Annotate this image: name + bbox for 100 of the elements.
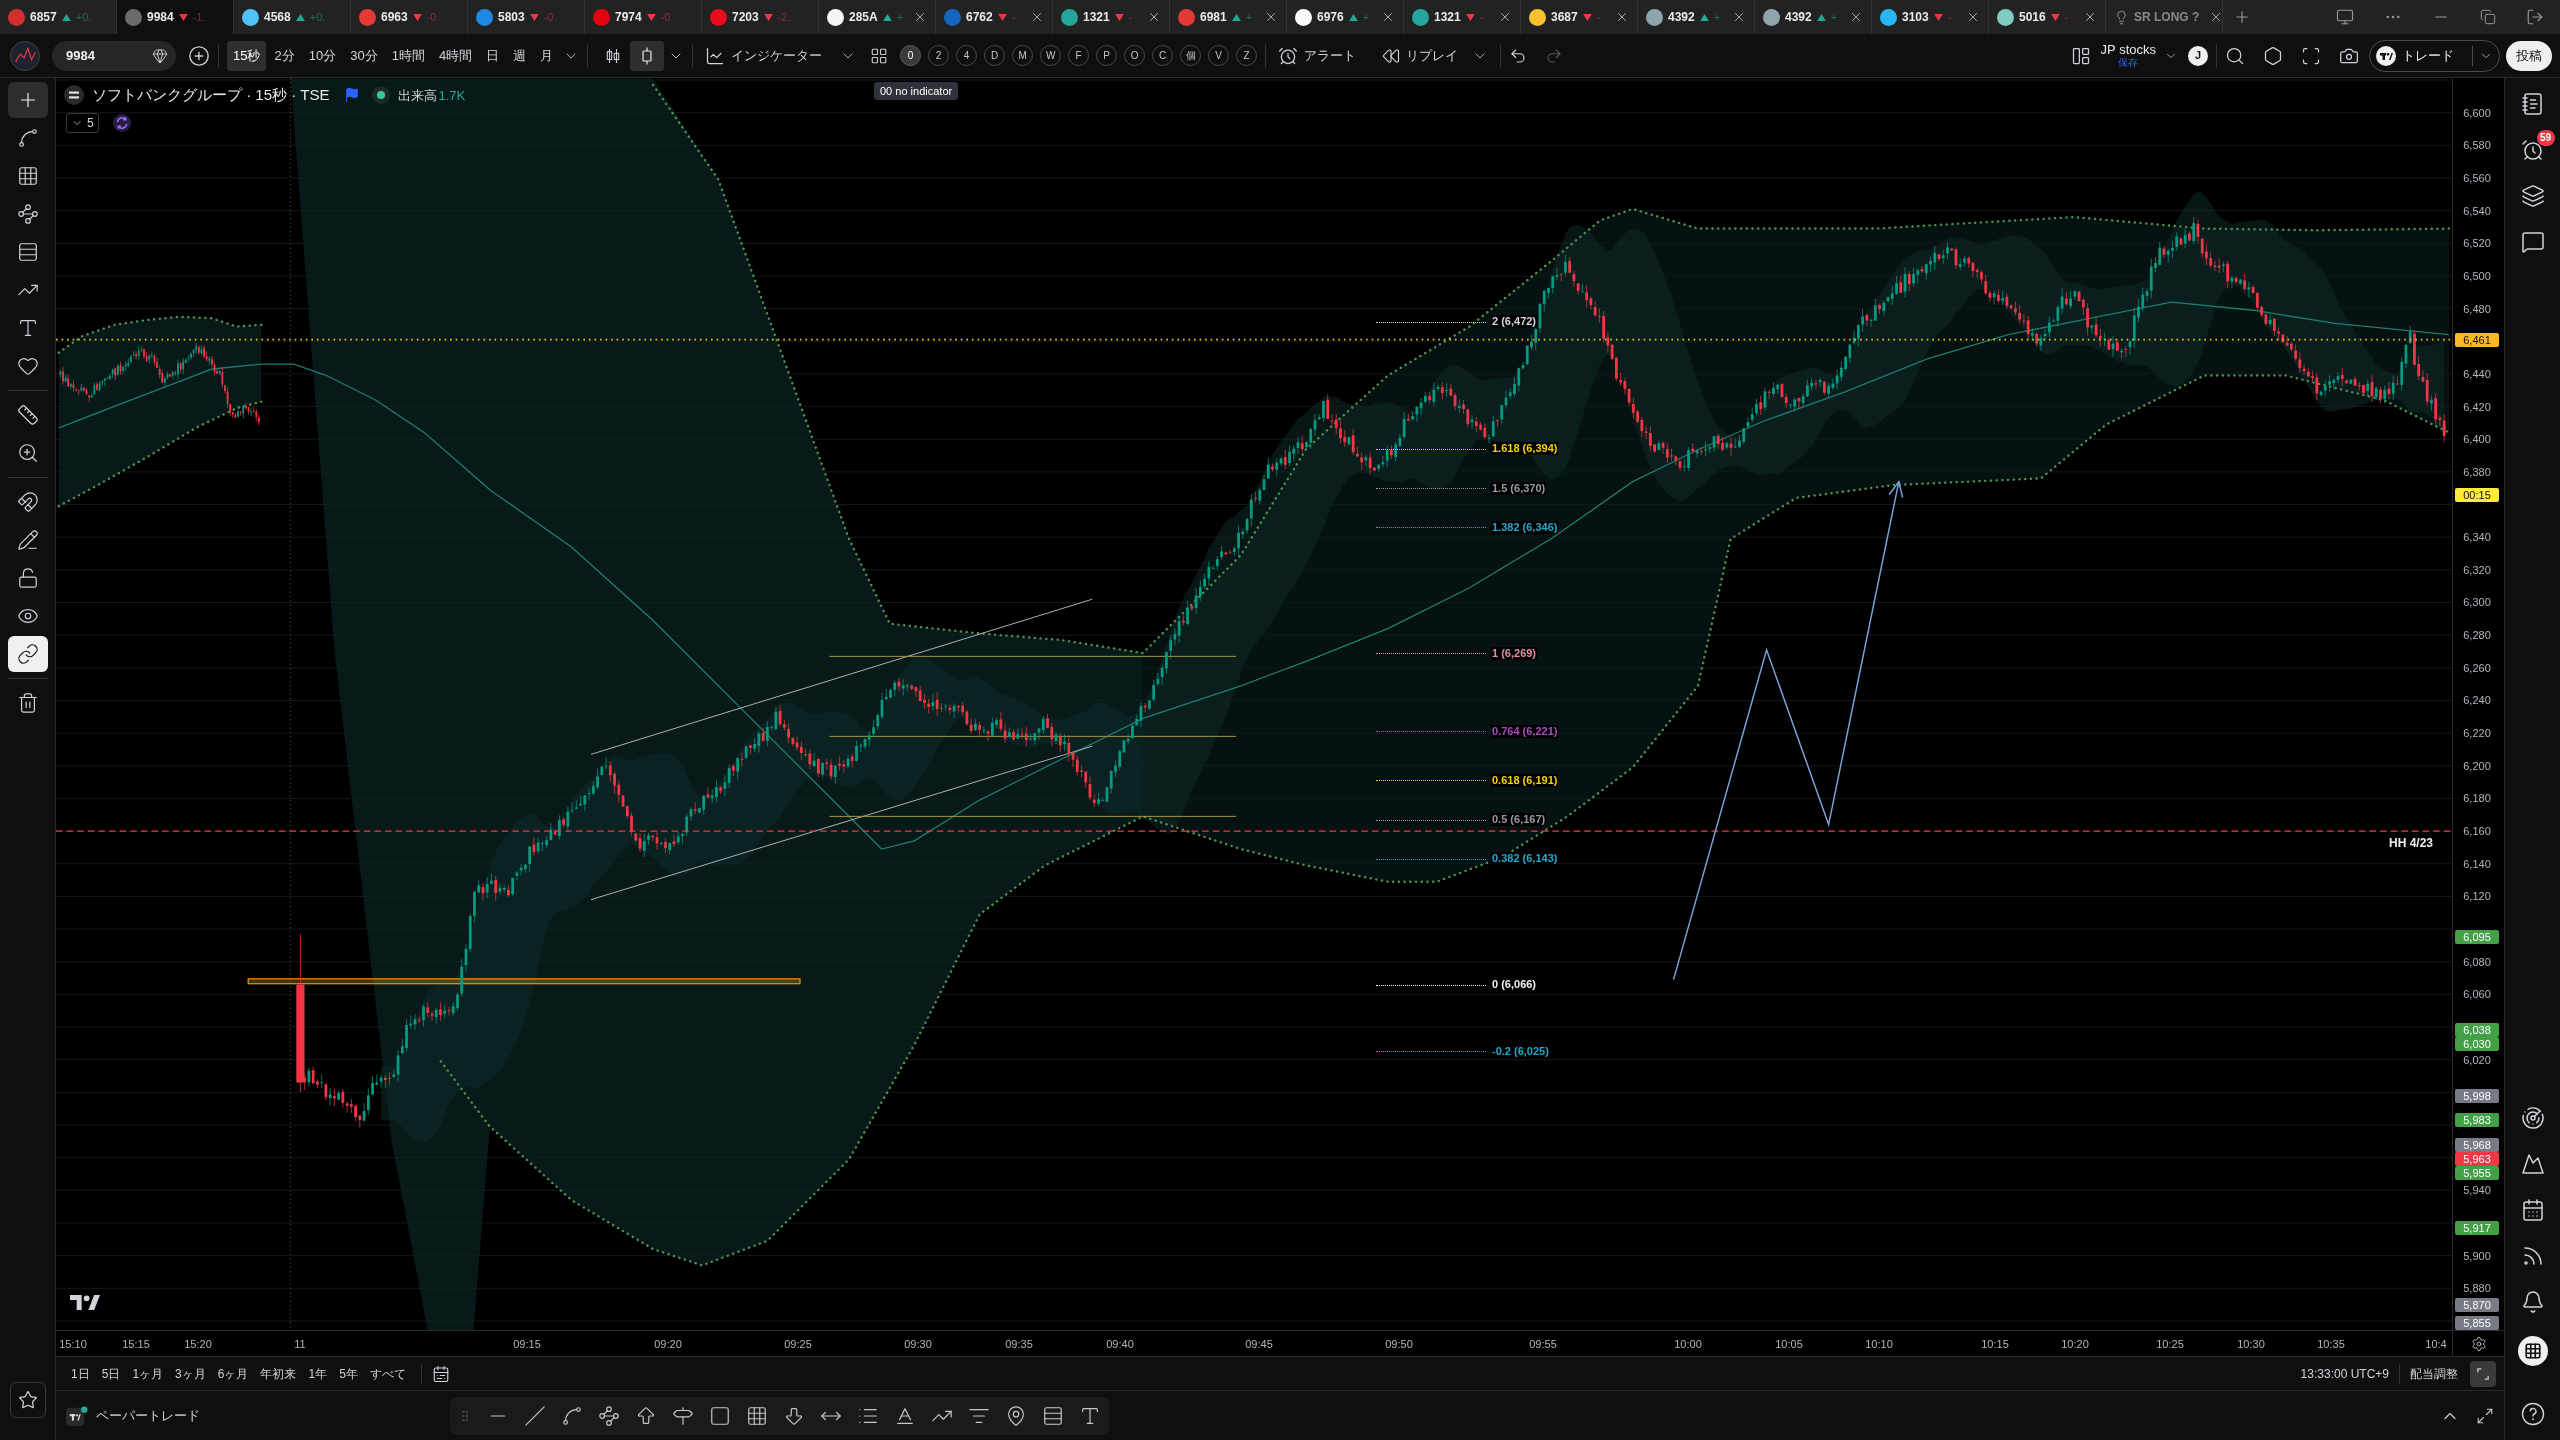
interval-button[interactable]: 10分 bbox=[302, 40, 343, 71]
quick-indicator-button[interactable]: 0 bbox=[900, 45, 922, 66]
price-axis-label: 6,020 bbox=[2462, 1053, 2492, 1067]
pencil-icon bbox=[16, 529, 39, 551]
mountain-icon[interactable] bbox=[2520, 1152, 2545, 1176]
chat-icon[interactable] bbox=[2520, 230, 2545, 254]
exit-icon[interactable] bbox=[2526, 8, 2544, 26]
calendar-range-icon[interactable] bbox=[431, 1364, 450, 1383]
new-tab-icon[interactable] bbox=[2233, 8, 2251, 26]
drawing-tool-button[interactable] bbox=[7, 636, 48, 672]
price-axis-marker: 5,983 bbox=[2455, 1113, 2499, 1127]
rows-icon[interactable] bbox=[1042, 1404, 1064, 1427]
time-axis-label: 10:4 bbox=[2425, 1337, 2447, 1352]
sync-icon[interactable] bbox=[112, 113, 131, 132]
layers-icon[interactable] bbox=[2520, 184, 2545, 208]
chart-tab[interactable]: 9984 -1. bbox=[117, 0, 234, 34]
interval-button[interactable]: 4時間 bbox=[432, 40, 479, 71]
alert-button[interactable]: アラート bbox=[1274, 40, 1361, 71]
tooltip: 00 no indicator bbox=[874, 82, 959, 100]
star-icon bbox=[17, 1390, 38, 1410]
time-axis-label: 09:25 bbox=[784, 1337, 812, 1352]
corner-brackets-icon bbox=[2477, 1367, 2489, 1380]
close-icon[interactable] bbox=[1381, 10, 1395, 24]
search-icon[interactable] bbox=[2225, 45, 2245, 66]
range-button[interactable]: 1日 bbox=[66, 1361, 95, 1386]
symbol-search-field[interactable]: 9984 bbox=[52, 40, 176, 71]
close-icon[interactable] bbox=[2083, 10, 2097, 24]
compare-plus-icon[interactable] bbox=[188, 44, 210, 67]
calendar-icon[interactable] bbox=[2520, 1198, 2545, 1222]
maximize-icon[interactable] bbox=[2476, 1406, 2494, 1425]
menu-lines-icon[interactable] bbox=[64, 85, 84, 106]
chart-logo-icon[interactable] bbox=[10, 40, 40, 71]
fib-level-label: 1.5 (6,370) bbox=[1491, 482, 1547, 495]
square-icon[interactable] bbox=[709, 1404, 731, 1427]
interval-button[interactable]: 1時間 bbox=[385, 40, 431, 71]
range-button[interactable]: 1年 bbox=[303, 1361, 333, 1386]
paper-trading-tab[interactable]: ペーパートレード bbox=[66, 1405, 200, 1426]
price-axis-label: 6,060 bbox=[2462, 987, 2492, 1001]
interval-button[interactable]: 日 bbox=[480, 40, 506, 71]
restore-icon[interactable] bbox=[2480, 9, 2496, 25]
help-icon[interactable] bbox=[2520, 1402, 2545, 1426]
monitor-icon[interactable] bbox=[2336, 8, 2354, 26]
indicators-button[interactable]: インジケーター bbox=[701, 40, 861, 71]
price-axis-label: 5,940 bbox=[2462, 1183, 2492, 1197]
range-button[interactable]: 5年 bbox=[334, 1361, 363, 1386]
price-axis-label: 5,880 bbox=[2462, 1281, 2492, 1295]
close-icon[interactable] bbox=[1966, 10, 1980, 24]
range-button[interactable]: 6ヶ月 bbox=[212, 1361, 254, 1386]
price-axis-marker: 5,855 bbox=[2455, 1316, 2499, 1330]
settings-icon[interactable] bbox=[2470, 1335, 2487, 1352]
close-icon[interactable] bbox=[1849, 10, 1863, 24]
arrow-up-icon[interactable] bbox=[635, 1404, 657, 1427]
replay-button[interactable]: リプレイ bbox=[1378, 40, 1493, 71]
candle-icon bbox=[642, 46, 653, 65]
radar-icon[interactable] bbox=[2520, 1106, 2545, 1130]
spline-icon[interactable] bbox=[561, 1404, 583, 1427]
range-button[interactable]: 年初来 bbox=[255, 1361, 302, 1386]
time-axis-label: 09:45 bbox=[1245, 1337, 1273, 1352]
close-icon[interactable] bbox=[1615, 10, 1629, 24]
range-button[interactable]: 5日 bbox=[96, 1361, 126, 1386]
range-button[interactable]: 3ヶ月 bbox=[170, 1361, 211, 1386]
clock-text[interactable]: 13:33:00 UTC+9 bbox=[2300, 1364, 2389, 1383]
close-icon[interactable] bbox=[1732, 10, 1746, 24]
fullscreen-icon[interactable] bbox=[2301, 45, 2321, 66]
signpost-icon[interactable] bbox=[672, 1404, 694, 1427]
undo-icon[interactable] bbox=[1509, 46, 1528, 65]
notebook-icon[interactable] bbox=[2520, 92, 2545, 116]
bell-icon[interactable] bbox=[2520, 1290, 2545, 1314]
drawing-tool-button[interactable] bbox=[7, 82, 48, 118]
collapse-button[interactable]: 5 bbox=[66, 112, 99, 133]
close-icon[interactable] bbox=[1147, 10, 1161, 24]
price-axis-label: 6,120 bbox=[2462, 889, 2492, 903]
layout-panel-icon[interactable] bbox=[2070, 45, 2091, 66]
favorites-button[interactable] bbox=[9, 1382, 46, 1418]
range-button[interactable]: 1ヶ月 bbox=[127, 1361, 169, 1386]
adjust-dividends-button[interactable]: 配当調整 bbox=[2410, 1364, 2458, 1383]
interval-button[interactable]: 月 bbox=[534, 40, 560, 71]
grid-squares-icon[interactable] bbox=[870, 46, 889, 65]
interval-button[interactable]: 2分 bbox=[268, 40, 301, 71]
time-axis-label: 10:15 bbox=[1981, 1337, 2009, 1352]
close-icon[interactable] bbox=[1030, 10, 1044, 24]
interval-button[interactable]: 15秒 bbox=[227, 40, 267, 71]
apps-grid-icon[interactable] bbox=[2517, 1336, 2548, 1366]
waypoints-icon[interactable] bbox=[598, 1404, 620, 1427]
fib-level-label: 0.764 (6,221) bbox=[1491, 725, 1559, 738]
close-icon[interactable] bbox=[1498, 10, 1512, 24]
layout-menu-button[interactable]: JP stocks 保存 bbox=[2100, 42, 2178, 69]
chart-style-button[interactable] bbox=[630, 40, 665, 71]
close-icon[interactable] bbox=[1264, 10, 1278, 24]
auto-scale-button[interactable] bbox=[2470, 1360, 2496, 1387]
grid-icon[interactable] bbox=[746, 1404, 768, 1427]
range-button[interactable]: すべて bbox=[364, 1361, 411, 1386]
map-pin-icon[interactable] bbox=[1005, 1404, 1027, 1427]
logo-icon bbox=[70, 1295, 100, 1310]
user-avatar[interactable]: J bbox=[2188, 45, 2208, 66]
publish-button[interactable]: 投稿 bbox=[2506, 40, 2552, 71]
interval-button[interactable]: 週 bbox=[507, 40, 533, 71]
hexagon-icon[interactable] bbox=[2263, 45, 2283, 66]
slash-line-icon[interactable] bbox=[524, 1404, 546, 1427]
interval-button[interactable]: 30分 bbox=[344, 40, 384, 71]
